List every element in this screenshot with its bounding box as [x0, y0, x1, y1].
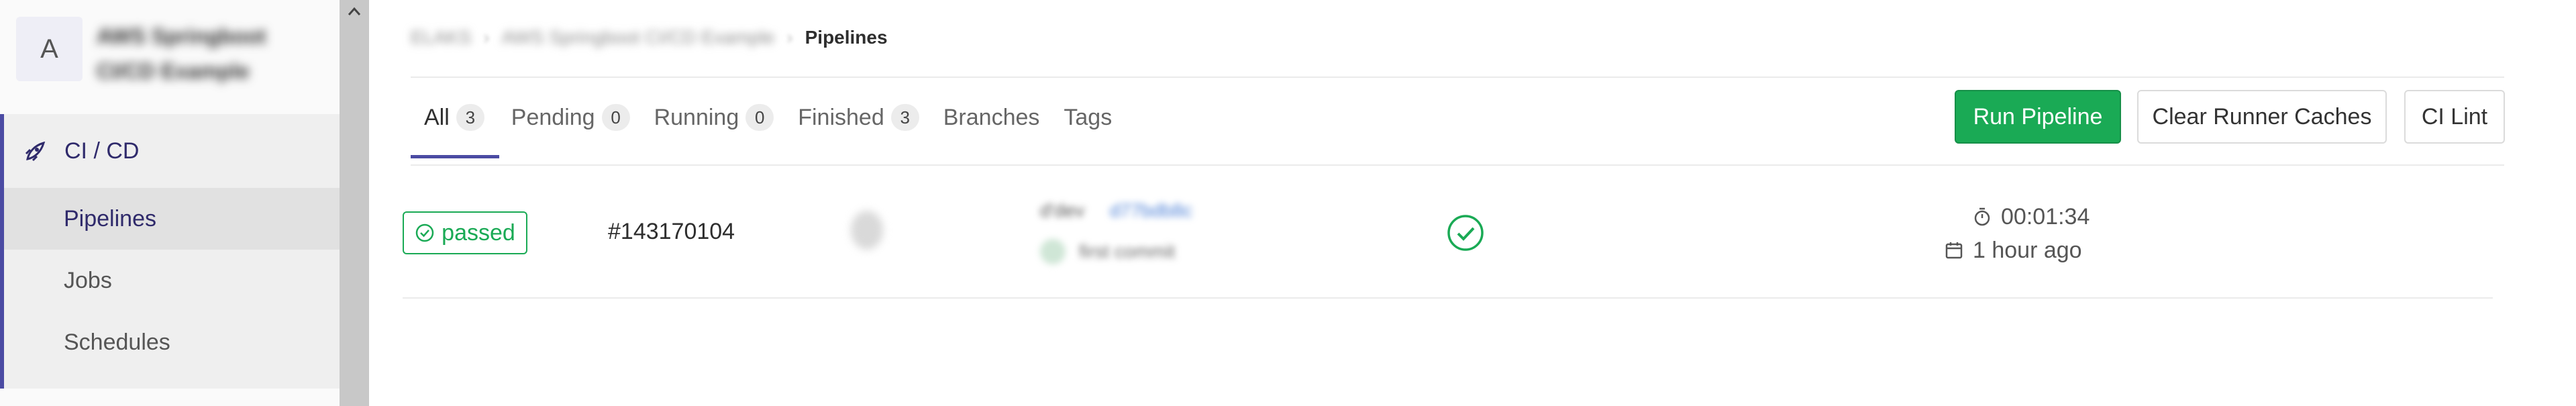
tab-label: Running — [654, 104, 739, 130]
commit-sha-link[interactable]: d77bdb8c — [1110, 200, 1192, 221]
table-row: passed #143170104 d'dev d77bdb8c first c… — [403, 168, 2496, 299]
ci-lint-button[interactable]: CI Lint — [2404, 90, 2505, 144]
tab-label: Finished — [798, 104, 884, 130]
duration-value: 00:01:34 — [2001, 203, 2090, 230]
breadcrumb: ELAKS › AWS Springboot CI/CD Example › P… — [411, 23, 888, 52]
sidebar-item-label: Pipelines — [64, 205, 156, 232]
breadcrumb-project[interactable]: AWS Springboot CI/CD Example — [502, 27, 775, 48]
tab-label: All — [424, 104, 450, 130]
pipeline-id-link[interactable]: #143170104 — [608, 219, 735, 245]
divider — [411, 77, 2504, 78]
sidebar-item-label: CI / CD — [64, 138, 140, 164]
chevron-right-icon: › — [483, 27, 490, 48]
tab-count-badge: 0 — [601, 104, 630, 131]
tab-branches[interactable]: Branches — [931, 94, 1052, 141]
project-name[interactable]: AWS Springboot CI/CD Example — [97, 19, 311, 89]
duration: 00:01:34 — [1973, 200, 2090, 234]
sidebar-item-label: Schedules — [64, 329, 170, 355]
pipeline-tabs: All 3 Pending 0 Running 0 Finished 3 Bra… — [411, 94, 1124, 158]
breadcrumb-current[interactable]: Pipelines — [805, 27, 888, 48]
calendar-icon — [1945, 242, 1963, 259]
clear-runner-caches-button[interactable]: Clear Runner Caches — [2137, 90, 2387, 144]
tab-label: Branches — [943, 104, 1040, 130]
commit-title[interactable]: first commit — [1079, 241, 1175, 262]
branch-name[interactable]: d'dev — [1040, 200, 1084, 221]
pipeline-timing: 00:01:34 1 hour ago — [1945, 200, 2090, 267]
commit-info: first commit — [1040, 239, 1175, 264]
tab-pending[interactable]: Pending 0 — [499, 94, 642, 141]
project-header[interactable]: A AWS Springboot CI/CD Example — [16, 15, 331, 83]
scroll-up-icon[interactable] — [340, 0, 369, 23]
nav-cicd: CI / CD Pipelines Jobs Schedules — [0, 114, 340, 389]
avatar[interactable] — [851, 211, 883, 250]
project-avatar[interactable]: A — [16, 17, 83, 81]
tab-label: Tags — [1064, 104, 1113, 130]
timer-icon — [1974, 207, 1990, 226]
run-pipeline-button[interactable]: Run Pipeline — [1955, 90, 2121, 144]
sidebar-item-jobs[interactable]: Jobs — [4, 250, 340, 311]
commit-ref: d'dev d77bdb8c — [1040, 200, 1192, 221]
finished-value: 1 hour ago — [1973, 237, 2082, 263]
status-badge[interactable]: passed — [403, 211, 527, 254]
sidebar-item-cicd[interactable]: CI / CD — [4, 114, 340, 188]
tab-tags[interactable]: Tags — [1051, 94, 1124, 141]
tab-count-badge: 3 — [890, 104, 919, 131]
status-label: passed — [442, 219, 515, 246]
divider — [403, 297, 2493, 299]
tab-label: Pending — [511, 104, 595, 130]
sidebar-item-schedules[interactable]: Schedules — [4, 311, 340, 373]
finished-at: 1 hour ago — [1945, 234, 2090, 267]
chevron-right-icon: › — [786, 27, 793, 48]
breadcrumb-group[interactable]: ELAKS — [411, 27, 471, 48]
sidebar-scrollbar[interactable] — [340, 0, 369, 406]
tab-count-badge: 0 — [745, 104, 774, 131]
rocket-icon — [20, 136, 51, 166]
sidebar: A AWS Springboot CI/CD Example CI / CD P… — [0, 0, 340, 406]
tab-running[interactable]: Running 0 — [642, 94, 786, 141]
check-circle-icon — [415, 223, 434, 242]
sidebar-item-pipelines[interactable]: Pipelines — [4, 188, 340, 250]
tab-all[interactable]: All 3 — [411, 94, 499, 158]
commit-author-avatar — [1040, 239, 1066, 264]
sidebar-item-label: Jobs — [64, 267, 112, 293]
tab-count-badge: 3 — [456, 104, 484, 131]
tab-finished[interactable]: Finished 3 — [786, 94, 931, 141]
stage-passed-icon[interactable] — [1446, 213, 1485, 252]
divider — [411, 164, 2504, 166]
